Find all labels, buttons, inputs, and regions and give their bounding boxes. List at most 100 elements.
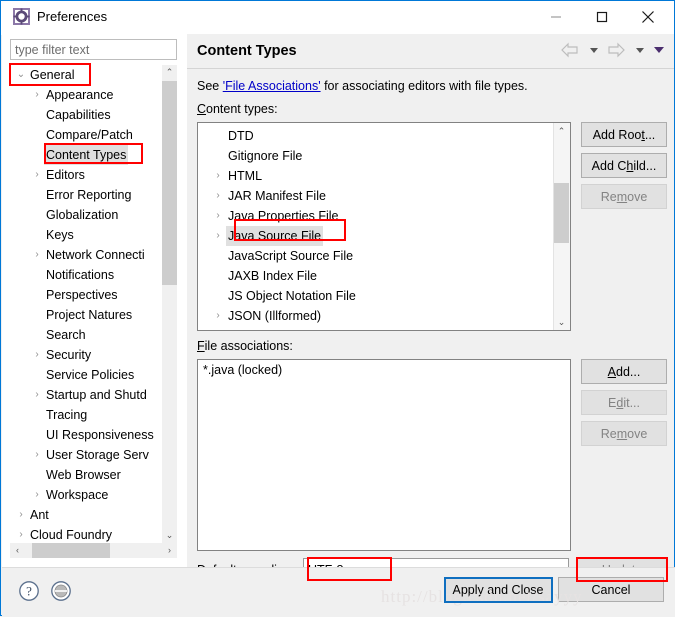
sidebar-item-label: Service Policies bbox=[46, 368, 135, 382]
help-question-icon[interactable]: ? bbox=[18, 580, 40, 605]
chevron-right-icon[interactable]: › bbox=[30, 445, 44, 465]
filter-input[interactable] bbox=[10, 39, 177, 60]
arrow-right-icon[interactable] bbox=[606, 42, 626, 61]
chevron-down-icon[interactable] bbox=[634, 42, 646, 61]
scrollbar-thumb[interactable] bbox=[32, 543, 110, 558]
sidebar-item-capabilities[interactable]: Capabilities bbox=[10, 105, 162, 125]
scrollbar-thumb[interactable] bbox=[554, 183, 569, 243]
sidebar-item-security[interactable]: › Security bbox=[10, 345, 162, 365]
content-type-row[interactable]: JS Object Notation File bbox=[198, 286, 554, 306]
chevron-right-icon[interactable]: › bbox=[30, 485, 44, 505]
chevron-right-icon[interactable]: › bbox=[30, 345, 44, 365]
sidebar-item-globalization[interactable]: Globalization bbox=[10, 205, 162, 225]
header-divider bbox=[187, 68, 674, 69]
sidebar-item-error-reporting[interactable]: Error Reporting bbox=[10, 185, 162, 205]
content-types-scrollbar[interactable]: ⌃ ⌄ bbox=[553, 123, 570, 330]
scrollbar-thumb[interactable] bbox=[162, 81, 177, 285]
tree-horizontal-scrollbar[interactable]: ‹ › bbox=[10, 543, 177, 558]
sidebar-item-editors[interactable]: › Editors bbox=[10, 165, 162, 185]
maximize-button[interactable] bbox=[580, 1, 624, 33]
sidebar-item-general[interactable]: ⌄ General bbox=[10, 65, 162, 85]
remove-association-button[interactable]: Remove bbox=[581, 421, 667, 446]
tree-vertical-scrollbar[interactable]: ⌃ ⌄ bbox=[162, 65, 177, 543]
sidebar-item-search[interactable]: Search bbox=[10, 325, 162, 345]
chevron-right-icon[interactable]: › bbox=[30, 245, 44, 265]
sidebar-item-tracing[interactable]: Tracing bbox=[10, 405, 162, 425]
content-type-row[interactable]: › Java Properties File bbox=[198, 206, 554, 226]
content-type-label: Java Properties File bbox=[228, 209, 339, 223]
sidebar-item-user-storage-serv[interactable]: › User Storage Serv bbox=[10, 445, 162, 465]
sidebar-item-project-natures[interactable]: Project Natures bbox=[10, 305, 162, 325]
sidebar-item-keys[interactable]: Keys bbox=[10, 225, 162, 245]
chevron-right-icon[interactable]: › bbox=[210, 206, 226, 226]
sidebar-item-compare-patch[interactable]: Compare/Patch bbox=[10, 125, 162, 145]
sidebar-item-ant[interactable]: › Ant bbox=[10, 505, 162, 525]
scroll-down-icon[interactable]: ⌄ bbox=[554, 314, 569, 330]
content-type-row[interactable]: › HTML bbox=[198, 166, 554, 186]
sidebar-item-content-types[interactable]: Content Types bbox=[10, 145, 162, 165]
chevron-right-icon[interactable]: › bbox=[14, 505, 28, 525]
sidebar-item-appearance[interactable]: › Appearance bbox=[10, 85, 162, 105]
chevron-right-icon[interactable]: › bbox=[210, 306, 226, 326]
content-types-list[interactable]: DTD Gitignore File › HTML › JAR Manifest File… bbox=[197, 122, 571, 331]
remove-content-type-button[interactable]: Remove bbox=[581, 184, 667, 209]
chevron-right-icon[interactable]: › bbox=[210, 186, 226, 206]
restore-defaults-icon[interactable] bbox=[50, 580, 72, 605]
sidebar-item-notifications[interactable]: Notifications bbox=[10, 265, 162, 285]
content-type-row[interactable]: › JSON (Illformed) bbox=[198, 306, 554, 326]
sidebar-item-label: Perspectives bbox=[46, 288, 118, 302]
sidebar-item-perspectives[interactable]: Perspectives bbox=[10, 285, 162, 305]
chevron-right-icon[interactable]: › bbox=[210, 226, 226, 246]
arrow-left-icon[interactable] bbox=[560, 42, 580, 61]
see-suffix: for associating editors with file types. bbox=[320, 79, 528, 93]
preferences-tree-viewport[interactable]: ⌄ General › Appearance Capabilities Compare/P… bbox=[10, 65, 162, 543]
sidebar-item-network-connecti[interactable]: › Network Connecti bbox=[10, 245, 162, 265]
scroll-down-icon[interactable]: ⌄ bbox=[162, 528, 177, 543]
content-type-label: DTD bbox=[228, 129, 254, 143]
minimize-button[interactable] bbox=[534, 1, 578, 33]
sidebar-item-label: Keys bbox=[46, 228, 74, 242]
view-menu-icon[interactable] bbox=[652, 42, 666, 61]
file-associations-link[interactable]: 'File Associations' bbox=[223, 79, 321, 93]
sidebar-item-web-browser[interactable]: Web Browser bbox=[10, 465, 162, 485]
content-type-row[interactable]: Gitignore File bbox=[198, 146, 554, 166]
chevron-right-icon[interactable]: › bbox=[210, 166, 226, 186]
content-type-row[interactable]: JAXB Index File bbox=[198, 266, 554, 286]
chevron-right-icon[interactable]: › bbox=[30, 85, 44, 105]
sidebar-item-label: Globalization bbox=[46, 208, 119, 222]
sidebar-item-cloud-foundry[interactable]: › Cloud Foundry bbox=[10, 525, 162, 543]
sidebar-item-service-policies[interactable]: Service Policies bbox=[10, 365, 162, 385]
chevron-right-icon[interactable]: › bbox=[30, 385, 44, 405]
add-child-button[interactable]: Add Child... bbox=[581, 153, 667, 178]
scroll-left-icon[interactable]: ‹ bbox=[10, 543, 25, 558]
close-button[interactable] bbox=[626, 1, 670, 33]
content-type-row[interactable]: › Java Source File bbox=[198, 226, 554, 246]
content-type-label: HTML bbox=[228, 169, 263, 183]
chevron-right-icon[interactable]: › bbox=[14, 525, 28, 543]
content-types-label-mnemonic: C bbox=[197, 102, 207, 116]
content-type-row[interactable]: › JAR Manifest File bbox=[198, 186, 554, 206]
content-type-label: JAR Manifest File bbox=[228, 189, 326, 203]
sidebar-item-ui-responsiveness[interactable]: UI Responsiveness bbox=[10, 425, 162, 445]
sidebar-item-label: Notifications bbox=[46, 268, 115, 282]
sidebar-item-label: Appearance bbox=[46, 88, 114, 102]
preferences-dialog: Preferences ⌄General›AppearanceCapabilit… bbox=[0, 0, 675, 617]
edit-association-button[interactable]: Edit... bbox=[581, 390, 667, 415]
file-associations-list[interactable]: *.java (locked) bbox=[197, 359, 571, 551]
content-type-row[interactable]: DTD bbox=[198, 126, 554, 146]
sidebar-item-label: General bbox=[30, 68, 75, 82]
sidebar-item-startup-and-shutd[interactable]: › Startup and Shutd bbox=[10, 385, 162, 405]
scroll-up-icon[interactable]: ⌃ bbox=[162, 65, 177, 80]
chevron-right-icon[interactable]: › bbox=[30, 165, 44, 185]
content-types-label: Content types: bbox=[197, 102, 278, 116]
file-associations-label-mnemonic: F bbox=[197, 339, 205, 353]
chevron-down-icon[interactable] bbox=[588, 42, 600, 61]
add-association-button[interactable]: Add... bbox=[581, 359, 667, 384]
add-root-button[interactable]: Add Root... bbox=[581, 122, 667, 147]
scroll-up-icon[interactable]: ⌃ bbox=[554, 123, 569, 139]
chevron-down-icon[interactable]: ⌄ bbox=[14, 65, 28, 85]
list-item[interactable]: *.java (locked) bbox=[203, 363, 565, 377]
scroll-right-icon[interactable]: › bbox=[162, 543, 177, 558]
content-type-row[interactable]: JavaScript Source File bbox=[198, 246, 554, 266]
sidebar-item-workspace[interactable]: › Workspace bbox=[10, 485, 162, 505]
